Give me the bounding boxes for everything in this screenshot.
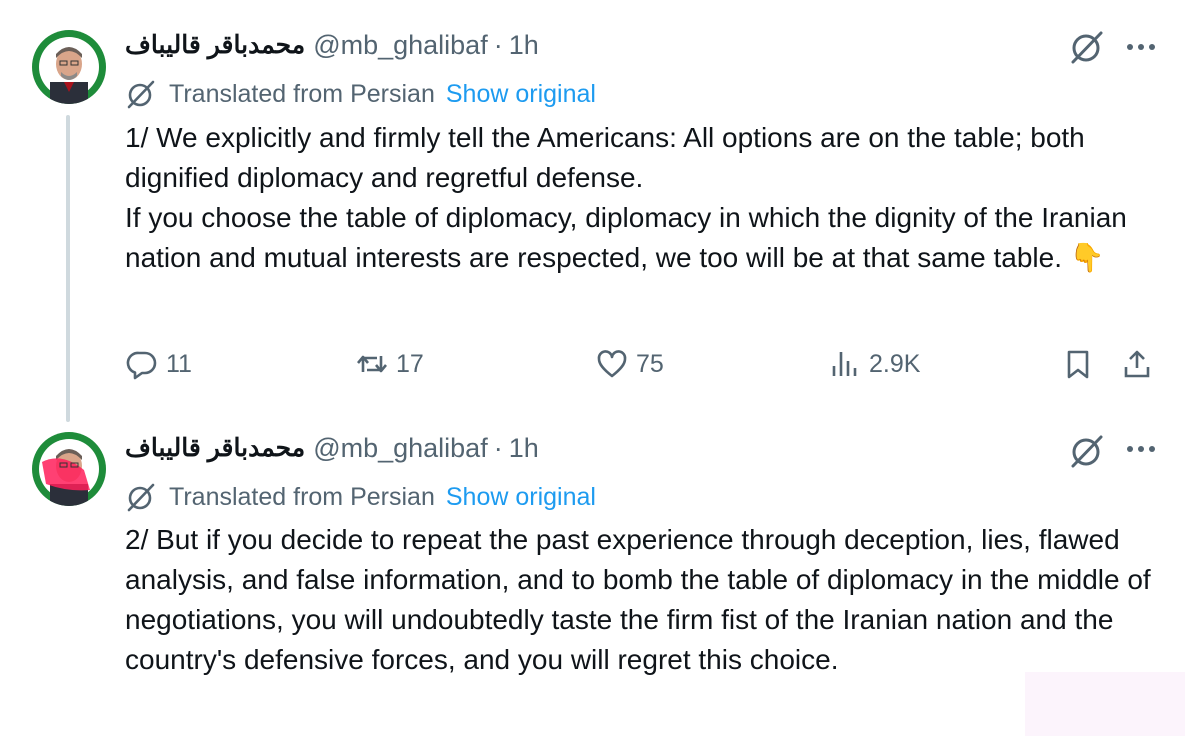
- show-original-link[interactable]: Show original: [446, 80, 596, 109]
- timestamp[interactable]: 1h: [509, 30, 539, 61]
- translated-from-label: Translated from Persian: [169, 482, 435, 511]
- user-handle[interactable]: @mb_ghalibaf: [313, 30, 488, 61]
- heart-icon: [597, 350, 627, 378]
- tweet-2[interactable]: محمدباقر قالیباف @mb_ghalibaf · 1h Trans…: [0, 410, 1190, 736]
- bookmark-button[interactable]: [1062, 342, 1094, 386]
- views-icon: [832, 352, 857, 376]
- grok-icon[interactable]: [1068, 432, 1106, 470]
- reply-count: 11: [166, 349, 192, 378]
- translate-icon: [127, 483, 155, 512]
- tweet-header: محمدباقر قالیباف @mb_ghalibaf · 1h: [125, 27, 539, 63]
- bookmark-icon: [1067, 350, 1089, 379]
- share-button[interactable]: [1121, 342, 1153, 386]
- avatar[interactable]: [32, 30, 106, 104]
- user-handle[interactable]: @mb_ghalibaf: [313, 433, 488, 464]
- tweet-1[interactable]: محمدباقر قالیباف @mb_ghalibaf · 1h Trans…: [0, 0, 1190, 420]
- tweet-actions: 11 17 75 2.9K: [0, 342, 1190, 386]
- more-icon[interactable]: [1124, 30, 1158, 64]
- repost-count: 17: [396, 349, 424, 378]
- share-icon: [1124, 350, 1150, 378]
- view-count: 2.9K: [869, 349, 921, 378]
- more-icon[interactable]: [1124, 432, 1158, 466]
- translation-note: Translated from Persian Show original: [125, 480, 596, 514]
- reply-icon: [126, 351, 157, 380]
- repost-button[interactable]: 17: [356, 342, 424, 386]
- tweet-text: 1/ We explicitly and firmly tell the Ame…: [125, 122, 1127, 273]
- translation-note: Translated from Persian Show original: [125, 77, 596, 111]
- repost-icon: [357, 355, 387, 373]
- timestamp[interactable]: 1h: [509, 433, 539, 464]
- display-name[interactable]: محمدباقر قالیباف: [125, 30, 305, 60]
- tweet-header: محمدباقر قالیباف @mb_ghalibaf · 1h: [125, 430, 539, 466]
- show-original-link[interactable]: Show original: [446, 483, 596, 512]
- translate-icon: [127, 80, 155, 109]
- like-count: 75: [636, 349, 664, 378]
- tweet-text: 2/ But if you decide to repeat the past …: [125, 524, 1159, 675]
- overlay-patch: [1025, 672, 1185, 736]
- grok-icon[interactable]: [1068, 28, 1106, 66]
- separator-dot: ·: [493, 29, 503, 60]
- display-name[interactable]: محمدباقر قالیباف: [125, 433, 305, 463]
- reply-button[interactable]: 11: [126, 342, 192, 386]
- views-button[interactable]: 2.9K: [829, 342, 920, 386]
- translated-from-label: Translated from Persian: [169, 79, 435, 108]
- like-button[interactable]: 75: [596, 342, 664, 386]
- avatar[interactable]: [32, 432, 106, 506]
- separator-dot: ·: [493, 432, 503, 463]
